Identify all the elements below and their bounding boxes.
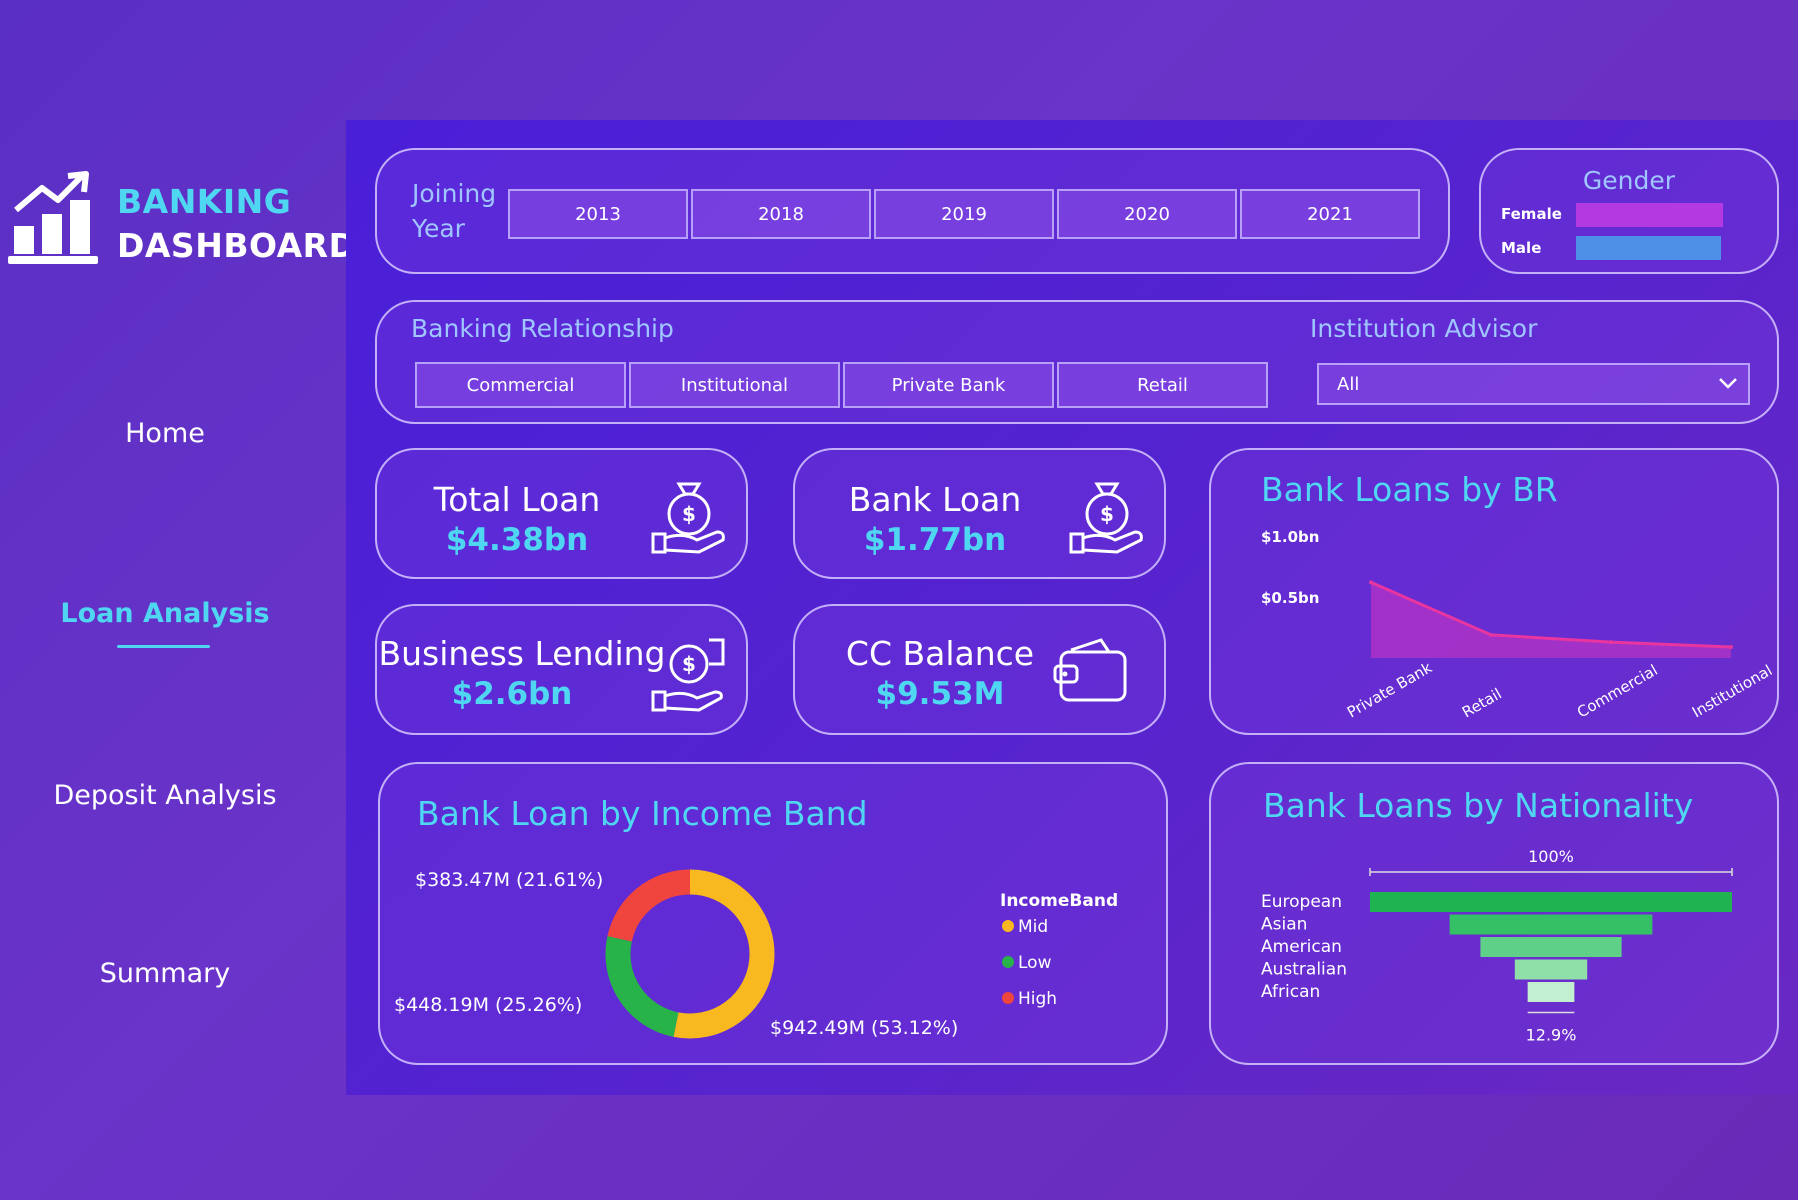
slice-label-high: $383.47M (21.61%) <box>415 869 603 891</box>
legend-item-low: Low <box>1018 953 1052 973</box>
funnel-bar-european <box>1370 892 1732 912</box>
br-chip-institutional[interactable]: Institutional <box>629 362 840 408</box>
kpi-business-lending: Business Lending $2.6bn $ <box>375 604 748 735</box>
gender-male-bar[interactable] <box>1576 236 1721 260</box>
nav-deposit-analysis[interactable]: Deposit Analysis <box>0 780 330 811</box>
br-data-point <box>1369 580 1373 585</box>
svg-text:$: $ <box>682 502 696 526</box>
income-band-donut: $942.49M (53.12%) $448.19M (25.26%) $383.4… <box>394 869 1118 1039</box>
x-tick-label: Institutional <box>1689 661 1775 721</box>
relationship-filter-panel: Banking Relationship Commercial Institut… <box>375 300 1779 424</box>
wallet-icon <box>1053 638 1127 702</box>
banking-relationship-title: Banking Relationship <box>411 314 674 343</box>
app-logo: BANKING DASHBOARD <box>6 170 356 270</box>
x-tick-label: Private Bank <box>1344 658 1435 721</box>
donut-slice-high <box>607 869 691 942</box>
joining-year-slicer: Joining Year 2013 2018 2019 2020 2021 <box>375 148 1450 274</box>
money-bag-hand-icon: $ <box>651 482 725 554</box>
br-chip-commercial[interactable]: Commercial <box>415 362 626 408</box>
br-data-point <box>1489 632 1493 637</box>
funnel-bar-african <box>1527 982 1575 1002</box>
x-tick-label: Retail <box>1459 685 1505 722</box>
nationality-card: Bank Loans by Nationality 100% European As… <box>1209 762 1779 1065</box>
legend-item-high: High <box>1018 989 1057 1009</box>
kpi-cc-balance: CC Balance $9.53M <box>793 604 1166 735</box>
br-chip-private-bank[interactable]: Private Bank <box>843 362 1054 408</box>
legend-title: IncomeBand <box>1000 891 1118 911</box>
funnel-bottom-label: 12.9% <box>1526 1026 1577 1045</box>
legend-dot-high <box>1002 992 1014 1004</box>
nationality-funnel: 100% European AsianAmerican AustralianAfric… <box>1261 847 1733 1045</box>
y-tick-label: $0.5bn <box>1261 589 1319 607</box>
kpi-total-loan-value: $4.38bn <box>445 522 589 558</box>
x-tick-label: Commercial <box>1574 661 1661 721</box>
gender-female-label[interactable]: Female <box>1501 205 1562 223</box>
nav-summary[interactable]: Summary <box>0 958 330 989</box>
legend-dot-mid <box>1002 920 1014 932</box>
donut-slice-low <box>605 936 679 1037</box>
br-data-point <box>1609 640 1613 645</box>
kpi-cc-balance-label: CC Balance <box>845 634 1035 673</box>
br-area-chart: $1.0bn $0.5bn Private Bank Retail Commercial… <box>1261 528 1775 722</box>
money-bag-hand-icon: $ <box>1069 482 1143 554</box>
legend-dot-low <box>1002 956 1014 968</box>
year-chip-2019[interactable]: 2019 <box>874 189 1054 239</box>
kpi-total-loan-label: Total Loan <box>433 480 601 519</box>
br-area-series <box>1371 582 1731 658</box>
funnel-bar-australian <box>1514 959 1588 980</box>
kpi-business-lending-label: Business Lending <box>378 634 666 673</box>
year-chip-2013[interactable]: 2013 <box>508 189 688 239</box>
funnel-bar-asian <box>1449 914 1653 935</box>
br-chip-retail[interactable]: Retail <box>1057 362 1268 408</box>
slice-label-low: $448.19M (25.26%) <box>394 994 582 1016</box>
kpi-bank-loan-value: $1.77bn <box>863 522 1007 558</box>
kpi-bank-loan: Bank Loan $1.77bn $ <box>793 448 1166 579</box>
kpi-business-lending-value: $2.6bn <box>451 676 573 712</box>
nav-loan-analysis[interactable]: Loan Analysis <box>0 598 330 629</box>
funnel-category-label: European <box>1261 892 1342 912</box>
legend-item-mid: Mid <box>1018 917 1048 937</box>
funnel-top-label: 100% <box>1528 847 1574 866</box>
funnel-category-label: American <box>1261 937 1342 957</box>
gender-title: Gender <box>1582 166 1676 195</box>
gender-female-bar[interactable] <box>1576 203 1723 227</box>
gender-male-label[interactable]: Male <box>1501 239 1541 257</box>
br-data-point <box>1729 645 1733 650</box>
funnel-bar-american <box>1480 937 1622 957</box>
logo-title-dashboard: DASHBOARD <box>117 226 357 265</box>
institution-advisor-title: Institution Advisor <box>1310 314 1538 343</box>
year-chip-2018[interactable]: 2018 <box>691 189 871 239</box>
nav-home[interactable]: Home <box>0 418 330 449</box>
chevron-down-icon <box>1719 378 1737 389</box>
advisor-selected-value: All <box>1337 373 1360 395</box>
gender-legend: Gender Female Male <box>1479 148 1779 274</box>
kpi-cc-balance-value: $9.53M <box>875 676 1005 712</box>
slice-label-mid: $942.49M (53.12%) <box>770 1017 958 1039</box>
funnel-category-label: African <box>1261 982 1320 1002</box>
active-nav-indicator <box>117 645 210 648</box>
institution-advisor-dropdown[interactable]: All <box>1317 363 1750 405</box>
funnel-category-label: Asian <box>1261 915 1307 935</box>
donut-slice-mid <box>673 869 775 1039</box>
logo-title-banking: BANKING <box>117 182 292 221</box>
funnel-category-label: Australian <box>1261 960 1347 980</box>
chart-growth-icon <box>8 171 98 264</box>
year-chip-2020[interactable]: 2020 <box>1057 189 1237 239</box>
kpi-bank-loan-label: Bank Loan <box>848 480 1022 519</box>
coin-hand-icon: $ <box>651 638 725 712</box>
kpi-total-loan: Total Loan $4.38bn $ <box>375 448 748 579</box>
y-tick-label: $1.0bn <box>1261 528 1319 546</box>
year-chip-2021[interactable]: 2021 <box>1240 189 1420 239</box>
bank-loans-by-br-card: Bank Loans by BR $1.0bn $0.5bn Private Ban… <box>1209 448 1779 735</box>
svg-text:$: $ <box>1100 502 1114 526</box>
income-band-card: Bank Loan by Income Band $942.49M (53.12… <box>378 762 1168 1065</box>
joining-year-label: Joining Year <box>412 179 497 243</box>
svg-text:$: $ <box>682 652 696 676</box>
